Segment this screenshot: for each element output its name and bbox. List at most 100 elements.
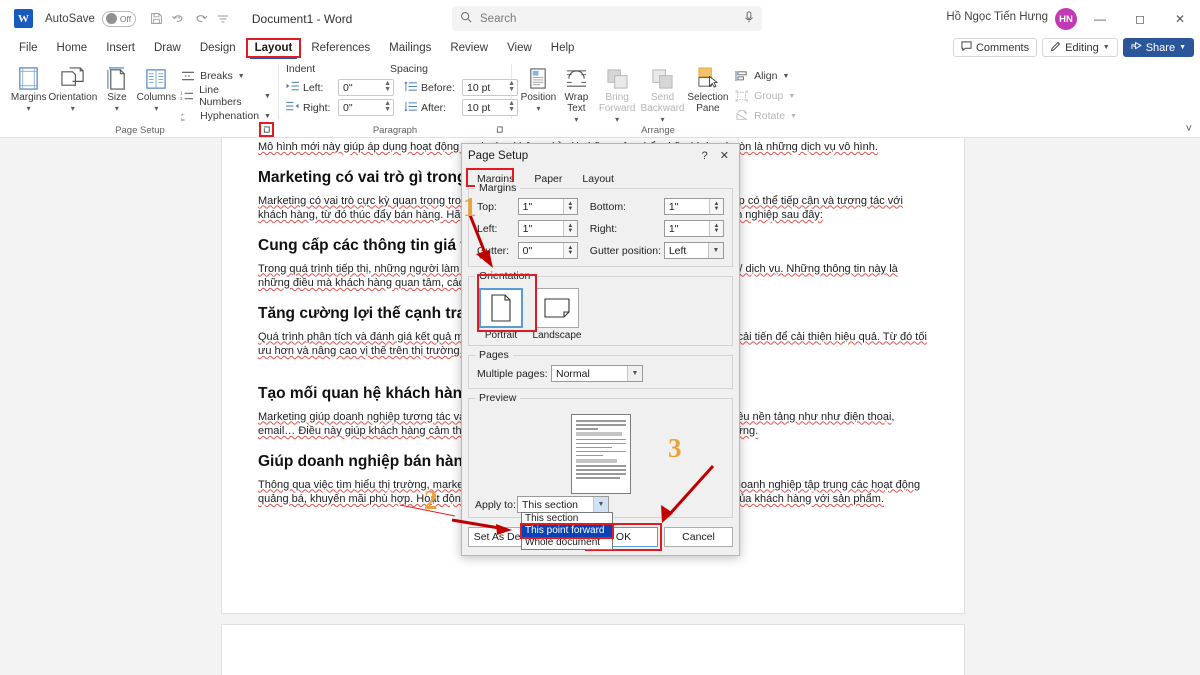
autosave-toggle[interactable]: Off [101, 10, 136, 27]
align-button[interactable]: Align ▼ [734, 66, 797, 86]
microphone-icon[interactable] [744, 11, 754, 26]
editing-button[interactable]: Editing ▼ [1042, 38, 1118, 57]
hyphenation-button[interactable]: a-bc Hyphenation ▼ [180, 106, 271, 126]
help-icon[interactable]: ? [702, 150, 708, 162]
hyphenation-label: Hyphenation [200, 110, 260, 122]
svg-text:1: 1 [180, 91, 183, 96]
apply-to-dropdown-list[interactable]: This section This point forward Whole do… [520, 512, 614, 550]
line-numbers-button[interactable]: 12 Line Numbers ▼ [180, 84, 271, 108]
spacing-after-input[interactable]: 10 pt ▲ ▼ [462, 99, 518, 116]
page-setup-dialog-launcher[interactable] [259, 122, 274, 137]
ribbon-right-actions: Comments Editing ▼ Share ▼ [952, 38, 1194, 57]
page-setup-dialog[interactable]: Page Setup ? ✕ Margins Paper Layout Marg… [461, 143, 740, 556]
chevron-down-icon: ▼ [1102, 44, 1110, 51]
size-label: Size [107, 92, 127, 103]
chevron-down-icon: ▼ [1179, 44, 1186, 51]
tab-home[interactable]: Home [48, 40, 97, 56]
dialog-tab-layout[interactable]: Layout [573, 171, 623, 189]
spacing-before-input[interactable]: 10 pt ▲ ▼ [462, 79, 518, 96]
gutter-value: 0" [522, 244, 533, 257]
apply-to-select[interactable]: This section ▼ [517, 496, 609, 513]
share-button[interactable]: Share ▼ [1122, 38, 1194, 57]
restore-icon[interactable]: ◻ [1120, 0, 1160, 37]
gutter-input[interactable]: 0" ▲ ▼ [517, 242, 578, 259]
stepper-icon[interactable]: ▲ ▼ [384, 80, 391, 93]
tab-review[interactable]: Review [441, 40, 497, 56]
margin-bottom-input[interactable]: 1" ▲ ▼ [663, 198, 724, 215]
cancel-button[interactable]: Cancel [664, 527, 733, 547]
multiple-pages-select[interactable]: Normal ▼ [551, 365, 643, 382]
chevron-down-icon[interactable]: ▾ [661, 115, 665, 124]
margin-bottom-value: 1" [668, 200, 679, 213]
stepper-icon[interactable]: ▲ ▼ [562, 199, 577, 214]
save-icon[interactable] [146, 8, 168, 30]
margin-top-input[interactable]: 1" ▲ ▼ [517, 198, 578, 215]
stepper-icon[interactable]: ▲ ▼ [562, 221, 577, 236]
columns-icon [144, 65, 168, 92]
breaks-button[interactable]: Breaks ▼ [180, 66, 271, 86]
chevron-down-icon[interactable]: ▼ [264, 93, 271, 100]
dropdown-option-this-point-forward[interactable]: This point forward [520, 523, 614, 539]
chevron-down-icon[interactable]: ▾ [27, 104, 31, 113]
orientation-option-landscape[interactable]: Landscape [533, 288, 581, 341]
tab-draw[interactable]: Draw [145, 40, 190, 56]
comment-icon [961, 41, 972, 54]
user-name: Hồ Ngọc Tiến Hưng [946, 11, 1048, 23]
svg-text:a-: a- [181, 112, 185, 117]
avatar[interactable]: HN [1055, 8, 1077, 30]
ribbon-group-arrange: Position ▾ Wrap Text ▾ Bring Forward ▾ S… [514, 59, 802, 137]
chevron-down-icon[interactable]: ▾ [115, 104, 119, 113]
chevron-down-icon[interactable]: ▾ [154, 104, 158, 113]
tab-layout[interactable]: Layout [245, 38, 302, 59]
stepper-icon[interactable]: ▲ ▼ [562, 243, 577, 258]
indent-right-input[interactable]: 0" ▲ ▼ [338, 99, 394, 116]
tab-view[interactable]: View [498, 40, 541, 56]
margin-top-bottom-row: Top: 1" ▲ ▼ Bottom: 1" ▲ ▼ [477, 198, 724, 215]
search-box[interactable]: Search [452, 6, 762, 31]
chevron-down-icon[interactable]: ▾ [615, 115, 619, 124]
tab-insert[interactable]: Insert [97, 40, 144, 56]
minimize-icon[interactable]: — [1080, 0, 1120, 37]
indent-left-input[interactable]: 0" ▲ ▼ [338, 79, 394, 96]
gutter-position-select[interactable]: Left ▼ [663, 242, 724, 259]
indent-right-row: Right: 0" ▲ ▼ [286, 99, 394, 116]
tab-help[interactable]: Help [542, 40, 584, 56]
stepper-icon[interactable]: ▲ ▼ [384, 100, 391, 113]
chevron-down-icon[interactable]: ▼ [238, 73, 245, 80]
autosave-label: AutoSave [45, 12, 95, 25]
chevron-down-icon[interactable]: ▾ [574, 115, 578, 124]
close-icon[interactable]: ✕ [1160, 0, 1200, 37]
dialog-tab-paper[interactable]: Paper [525, 171, 571, 189]
tab-design[interactable]: Design [191, 40, 245, 56]
apply-to-value: This section [522, 498, 579, 511]
close-icon[interactable]: ✕ [720, 149, 729, 162]
chevron-down-icon[interactable]: ▼ [264, 113, 271, 120]
margin-bottom-label: Bottom: [589, 200, 626, 213]
stepper-icon[interactable]: ▲ ▼ [709, 199, 723, 214]
chevron-down-icon[interactable]: ▼ [790, 113, 797, 120]
margin-left-input[interactable]: 1" ▲ ▼ [517, 220, 578, 237]
margin-right-input[interactable]: 1" ▲ ▼ [663, 220, 724, 237]
redo-icon[interactable] [190, 8, 212, 30]
chevron-down-icon[interactable]: ▾ [71, 104, 75, 113]
page-size-icon [105, 65, 129, 92]
chevron-down-icon[interactable]: ▼ [783, 73, 790, 80]
orientation-option-portrait[interactable]: Portrait [477, 288, 525, 341]
group-button[interactable]: Group ▼ [734, 86, 797, 106]
paragraph-dialog-launcher[interactable] [495, 125, 505, 135]
chevron-down-icon[interactable]: ▼ [593, 497, 608, 512]
chevron-down-icon[interactable]: ▾ [536, 104, 540, 113]
customize-quick-access-icon[interactable] [212, 8, 234, 30]
undo-icon[interactable] [168, 8, 190, 30]
chevron-down-icon[interactable]: ▼ [788, 93, 795, 100]
collapse-ribbon-icon[interactable]: ˅ [1186, 123, 1192, 135]
dialog-title-bar: Page Setup ? ✕ [462, 144, 739, 167]
chevron-down-icon[interactable]: ▼ [708, 243, 723, 258]
rotate-button[interactable]: Rotate ▼ [734, 106, 797, 126]
comments-button[interactable]: Comments [952, 38, 1038, 57]
tab-references[interactable]: References [302, 40, 379, 56]
tab-mailings[interactable]: Mailings [380, 40, 440, 56]
stepper-icon[interactable]: ▲ ▼ [709, 221, 723, 236]
tab-file[interactable]: File [10, 40, 47, 56]
chevron-down-icon[interactable]: ▼ [627, 366, 642, 381]
